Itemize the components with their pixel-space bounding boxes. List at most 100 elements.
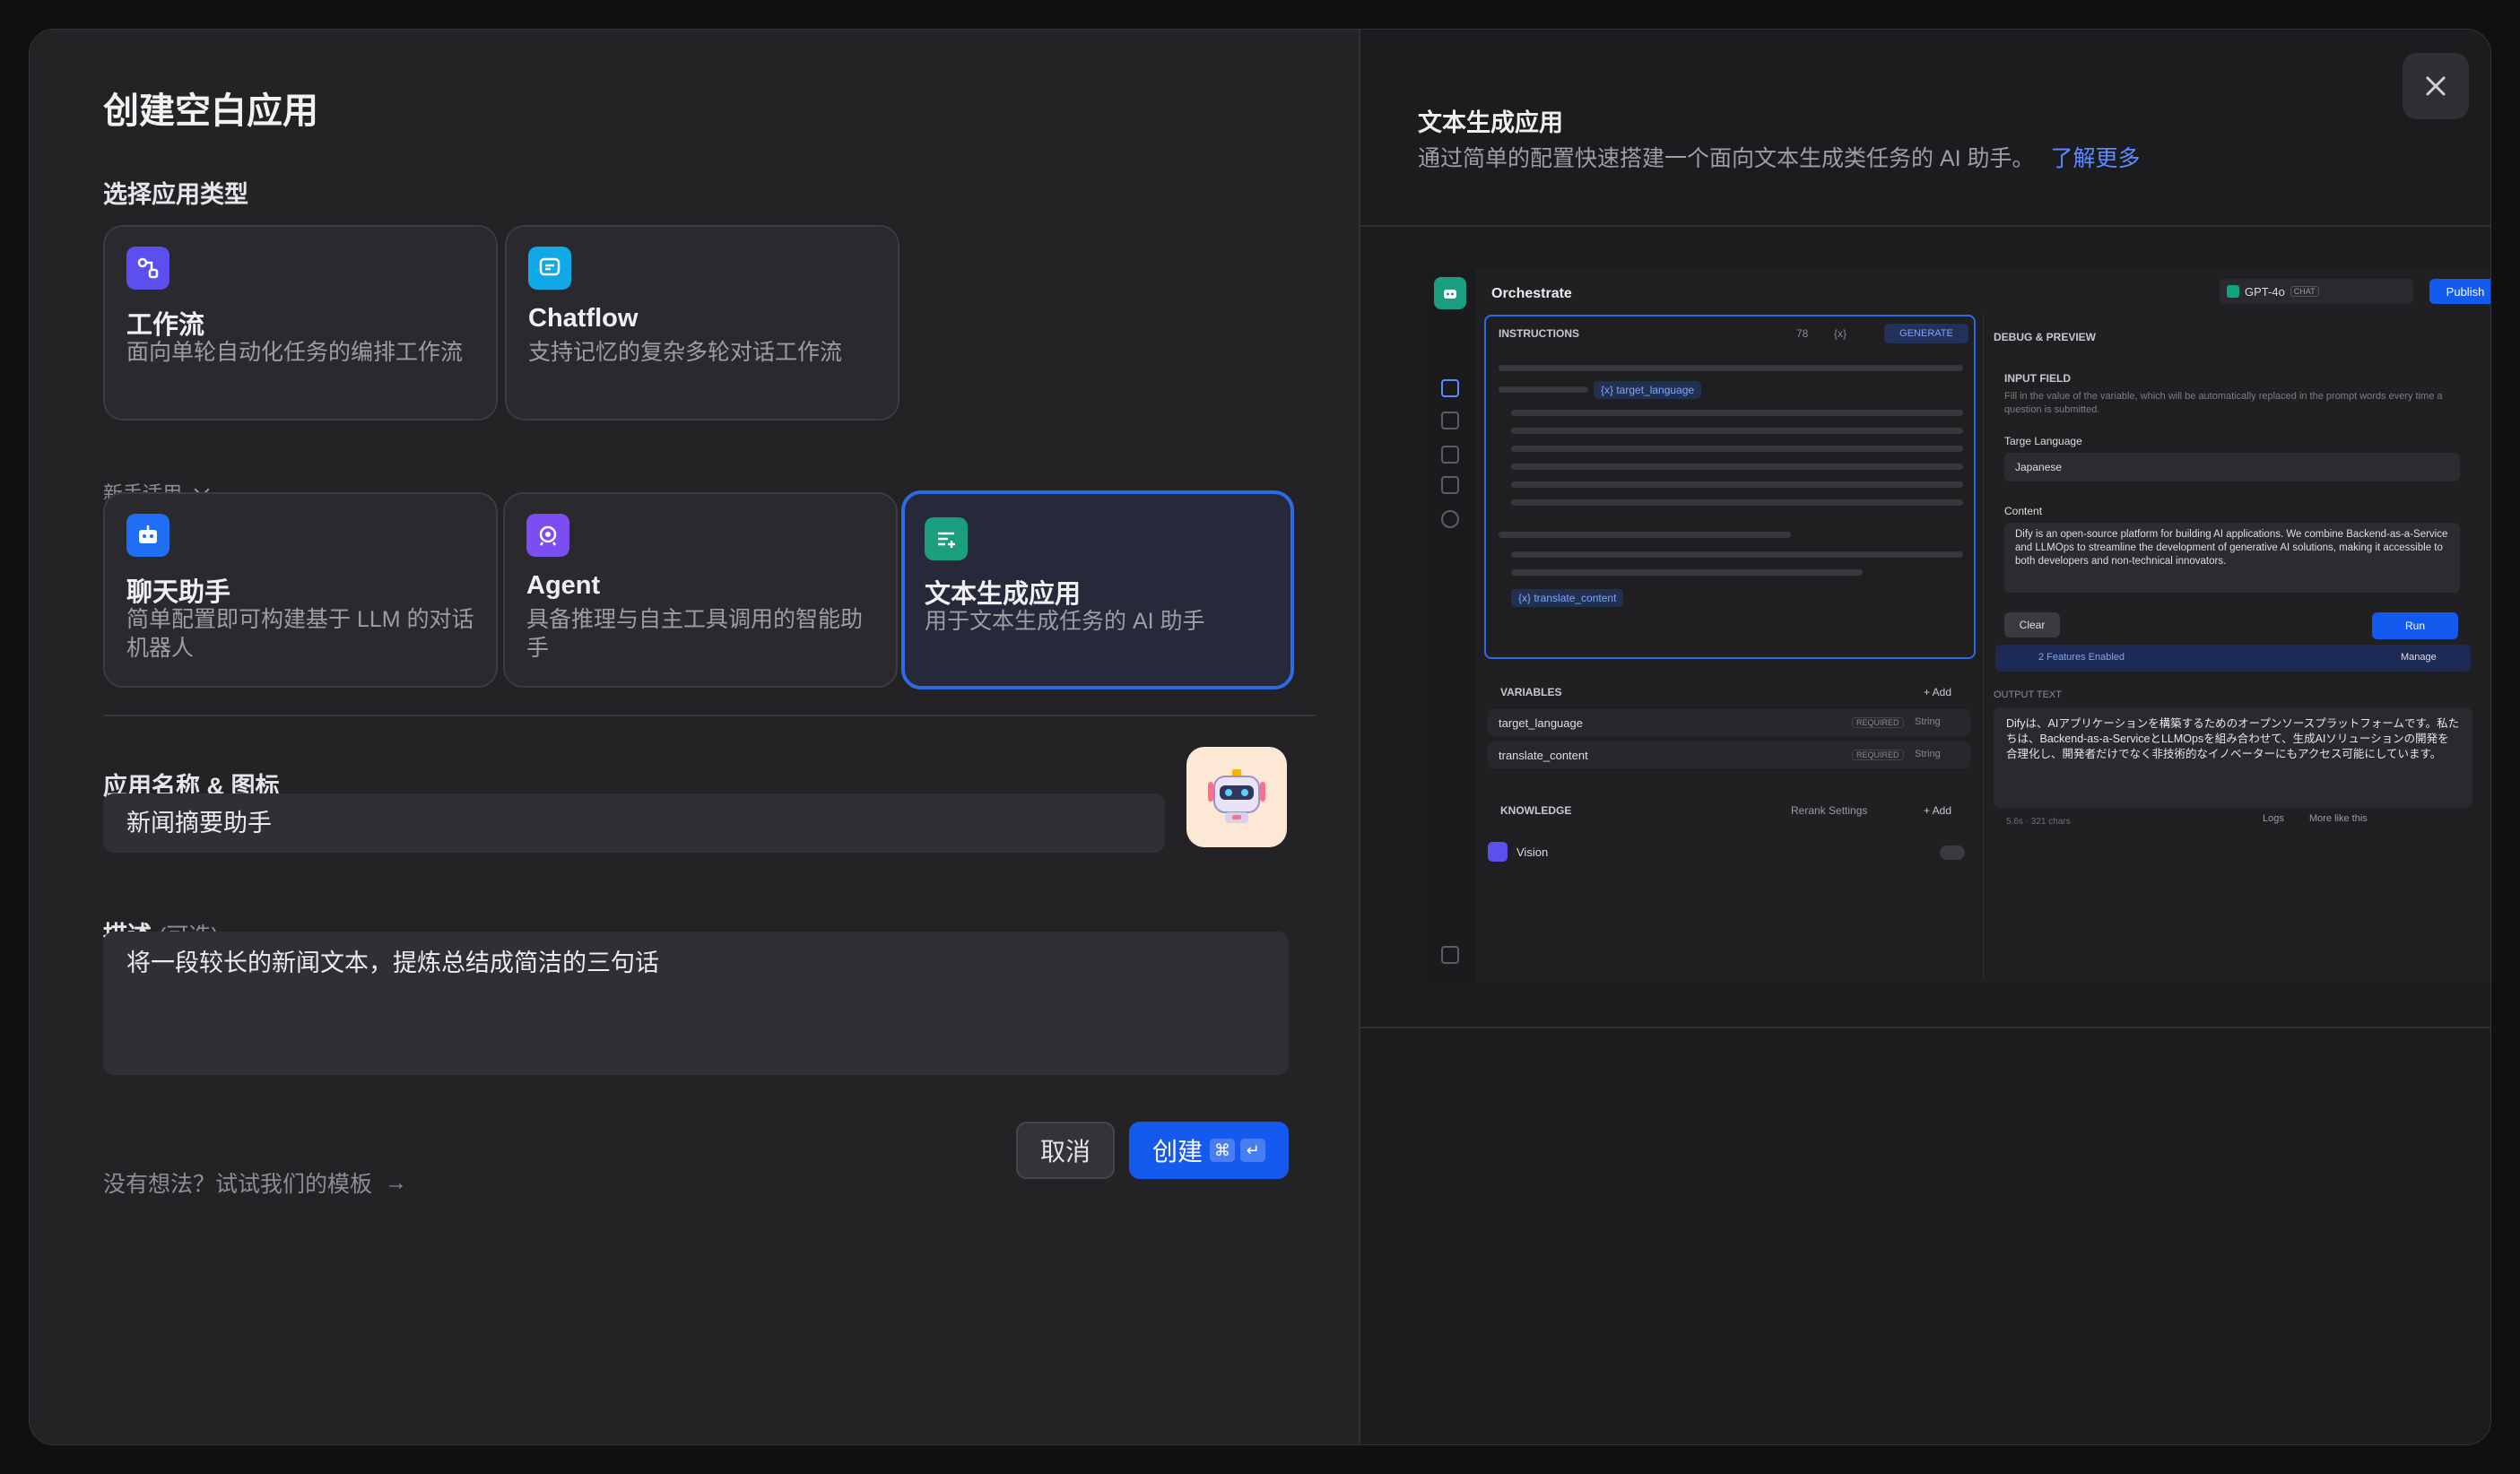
create-label: 创建	[1151, 1138, 1203, 1166]
template-link[interactable]: 没有想法？试试我们的模板 →	[103, 1166, 407, 1199]
type-card-chatbot[interactable]: 聊天助手 简单配置即可构建基于 LLM 的对话机器人	[103, 492, 498, 688]
variable-row[interactable]: target_language REQUIRED String	[1488, 709, 1970, 736]
more-like-button[interactable]: More like this	[2309, 813, 2368, 824]
variable-row[interactable]: translate_content REQUIRED String	[1488, 741, 1970, 768]
output-text: Difyは、AIアプリケーションを構築するためのオープンソースプラットフォームで…	[1994, 707, 2472, 808]
collapse-icon	[1441, 946, 1459, 964]
robot-icon	[1208, 769, 1265, 823]
type-desc: 面向单轮自动化任务的编排工作流	[126, 340, 464, 365]
openai-icon	[2227, 285, 2239, 298]
preview-desc: 通过简单的配置快速搭建一个面向文本生成类任务的 AI 助手。 了解更多	[1418, 141, 2141, 173]
variables-label: VARIABLES	[1500, 686, 1562, 698]
required-badge: REQUIRED	[1852, 717, 1904, 728]
input-field-label: INPUT FIELD	[2004, 372, 2071, 385]
output-label: OUTPUT TEXT	[1994, 689, 2062, 700]
api-icon	[1441, 412, 1459, 429]
vision-icon	[1488, 842, 1508, 862]
type-name: 文本生成应用	[925, 580, 1082, 609]
type-desc: 用于文本生成任务的 AI 助手	[925, 609, 1205, 634]
preview-main: Orchestrate GPT-4o CHAT Publish INSTRUCT…	[1475, 268, 2490, 984]
type-card-text-generation[interactable]: 文本生成应用 用于文本生成任务的 AI 助手	[901, 490, 1294, 689]
close-icon	[2426, 76, 2446, 96]
model-selector[interactable]: GPT-4o CHAT	[2220, 279, 2413, 304]
var-chip-target-language: {x} target_language	[1594, 381, 1702, 399]
clear-button[interactable]: Clear	[2004, 612, 2060, 637]
model-tag: CHAT	[2290, 286, 2319, 297]
type-name: Chatflow	[528, 304, 639, 333]
type-card-workflow[interactable]: 工作流 面向单轮自动化任务的编排工作流	[103, 225, 498, 421]
debug-preview-label: DEBUG & PREVIEW	[1994, 331, 2097, 343]
add-knowledge-button[interactable]: + Add	[1924, 804, 1951, 817]
knowledge-label: KNOWLEDGE	[1500, 804, 1572, 817]
type-card-agent[interactable]: Agent 具备推理与自主工具调用的智能助手	[503, 492, 898, 688]
orchestrate-icon	[1441, 379, 1459, 397]
variable-name: target_language	[1499, 716, 1583, 730]
description-textarea[interactable]: 将一段较长的新闻文本，提炼总结成简洁的三句话	[103, 932, 1289, 1075]
preview-desc-text: 通过简单的配置快速搭建一个面向文本生成类任务的 AI 助手。	[1418, 146, 2035, 171]
type-desc: 支持记忆的复杂多轮对话工作流	[528, 340, 843, 365]
annotation-icon	[1441, 476, 1459, 494]
required-badge: REQUIRED	[1852, 750, 1904, 760]
run-button[interactable]: Run	[2372, 612, 2458, 639]
divider	[1360, 1027, 2490, 1028]
app-name-input[interactable]: 新闻摘要助手	[103, 793, 1165, 853]
cmd-key: ⌘	[1210, 1139, 1235, 1162]
logs-button[interactable]: Logs	[2263, 813, 2284, 824]
chatbot-icon	[126, 514, 169, 557]
publish-button[interactable]: Publish	[2429, 279, 2490, 304]
variable-type: String	[1915, 749, 1941, 759]
type-name: 工作流	[126, 311, 205, 340]
type-name: Agent	[526, 571, 601, 600]
divider	[103, 715, 1316, 716]
type-desc: 简单配置即可构建基于 LLM 的对话机器人	[126, 607, 474, 661]
text-generation-icon	[925, 517, 968, 560]
left-panel: 创建空白应用 选择应用类型 工作流 面向单轮自动化任务的编排工作流 Chatfl…	[30, 30, 1359, 1444]
close-button[interactable]	[2403, 53, 2469, 119]
features-label: 2 Features Enabled	[2038, 652, 2125, 663]
type-name: 聊天助手	[126, 578, 231, 607]
app-icon	[1434, 277, 1466, 309]
variable-icon: {x}	[1834, 327, 1847, 340]
workflow-icon	[126, 247, 169, 290]
model-name: GPT-4o	[2245, 284, 2285, 299]
preview-title: 文本生成应用	[1418, 109, 1563, 136]
learn-more-link[interactable]: 了解更多	[2051, 141, 2141, 173]
input-hint: Fill in the value of the variable, which…	[2004, 391, 2443, 415]
agent-icon	[526, 514, 569, 557]
type-card-chatflow[interactable]: Chatflow 支持记忆的复杂多轮对话工作流	[505, 225, 899, 421]
vision-toggle[interactable]	[1940, 845, 1965, 860]
app-type-heading: 选择应用类型	[103, 181, 248, 208]
instructions-label: INSTRUCTIONS	[1499, 327, 1579, 340]
variable-type: String	[1915, 716, 1941, 727]
token-count: 78	[1796, 327, 1809, 340]
type-desc: 具备推理与自主工具调用的智能助手	[526, 607, 864, 661]
generate-button[interactable]: GENERATE	[1884, 324, 1968, 343]
var-chip-translate-content: {x} translate_content	[1511, 589, 1624, 607]
targe-language-label: Targe Language	[2004, 435, 2082, 447]
page-title: 创建空白应用	[103, 91, 318, 131]
arrow-right-icon: →	[385, 1169, 408, 1195]
chatflow-icon	[528, 247, 571, 290]
cancel-button[interactable]: 取消	[1016, 1122, 1115, 1179]
instructions-box[interactable]: INSTRUCTIONS 78 {x} GENERATE {x} target_…	[1484, 315, 1976, 659]
content-label: Content	[2004, 505, 2043, 517]
content-textarea[interactable]: Dify is an open-source platform for buil…	[2004, 523, 2460, 593]
divider	[1360, 225, 2490, 227]
enter-key: ↵	[1240, 1139, 1265, 1162]
monitor-icon	[1441, 510, 1459, 528]
app-icon-picker[interactable]	[1186, 747, 1287, 847]
variable-name: translate_content	[1499, 749, 1588, 762]
rerank-settings-button[interactable]: Rerank Settings	[1791, 804, 1867, 817]
preview-screenshot: Orchestrate GPT-4o CHAT Publish INSTRUCT…	[1425, 268, 2490, 984]
vision-label: Vision	[1516, 845, 1549, 859]
template-link-label: 没有想法？试试我们的模板	[103, 1172, 373, 1197]
preview-sidebar	[1425, 268, 1475, 984]
orchestrate-title: Orchestrate	[1491, 286, 1572, 301]
add-variable-button[interactable]: + Add	[1924, 686, 1951, 698]
manage-button[interactable]: Manage	[2401, 652, 2437, 663]
logs-icon	[1441, 446, 1459, 464]
output-meta: 5.6s · 321 chars	[2006, 817, 2071, 827]
create-button[interactable]: 创建 ⌘ ↵	[1129, 1122, 1289, 1179]
create-app-modal: 创建空白应用 选择应用类型 工作流 面向单轮自动化任务的编排工作流 Chatfl…	[29, 29, 2491, 1445]
targe-language-select[interactable]: Japanese	[2004, 453, 2460, 481]
